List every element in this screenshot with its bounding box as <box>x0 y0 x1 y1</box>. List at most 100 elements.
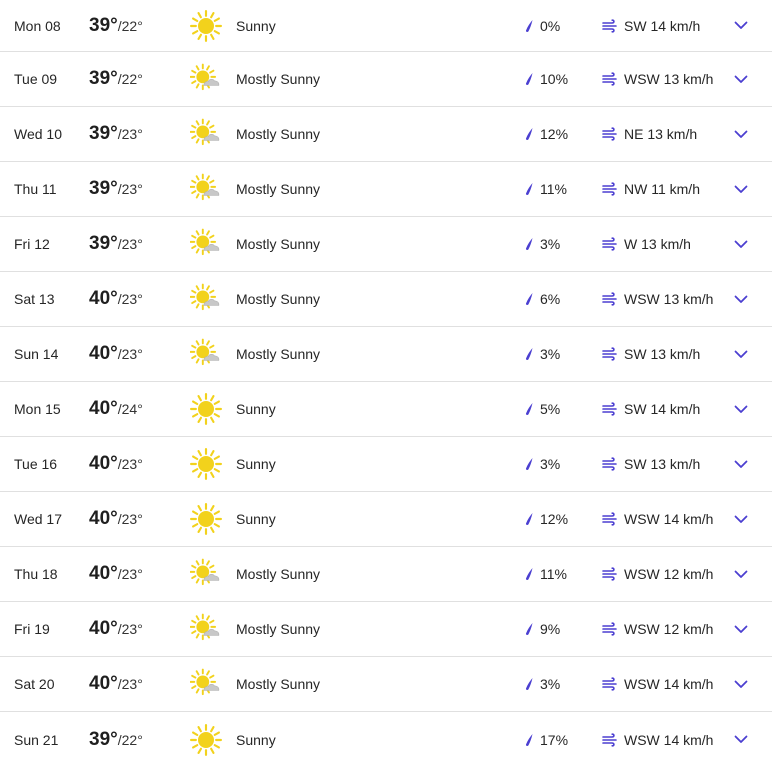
expand-chevron[interactable] <box>731 327 751 381</box>
precip-value: 9% <box>540 621 561 637</box>
chevron-down-icon <box>734 185 748 194</box>
low-temp: /23° <box>117 456 143 472</box>
wind-value: SW 14 km/h <box>624 17 701 34</box>
high-temp: 39° <box>89 728 118 750</box>
expand-chevron[interactable] <box>731 162 751 216</box>
weather-icon-slot <box>188 437 224 491</box>
forecast-day-row[interactable]: Sat 20 40° /23° Mostly Sunny 3% WSW 14 k… <box>0 657 772 712</box>
forecast-day-row[interactable]: Mon 08 39° /22° Sunny 0% SW 14 km/h <box>0 0 772 52</box>
forecast-day-row[interactable]: Tue 16 40° /23° Sunny 3% SW 13 km/h <box>0 437 772 492</box>
mostly-sunny-icon <box>190 228 222 260</box>
sunny-icon <box>190 448 222 480</box>
high-temp: 40° <box>89 563 118 584</box>
high-temp: 39° <box>89 14 118 36</box>
weather-icon-slot <box>188 162 224 216</box>
high-temp: 40° <box>89 618 118 639</box>
wind-icon <box>602 732 624 747</box>
condition-text: Mostly Sunny <box>236 621 321 637</box>
temperature-range: 39° /23° <box>89 162 143 216</box>
weather-icon-slot <box>188 602 224 656</box>
forecast-day-row[interactable]: Tue 09 39° /22° Mostly Sunny 10% WSW 13 … <box>0 52 772 107</box>
wind: NE 13 km/h <box>602 107 697 161</box>
weather-icon-slot <box>188 327 224 381</box>
expand-chevron[interactable] <box>731 382 751 436</box>
high-temp: 40° <box>89 398 118 419</box>
expand-chevron[interactable] <box>731 437 751 491</box>
wind: NW 11 km/h <box>602 162 700 216</box>
wind: SW 13 km/h <box>602 327 700 381</box>
mostly-sunny-icon <box>190 613 222 645</box>
wind-icon <box>602 512 624 526</box>
forecast-day-row[interactable]: Thu 11 39° /23° Mostly Sunny 11% NW 11 k… <box>0 162 772 217</box>
wind: WSW 13 km/h <box>602 52 713 106</box>
forecast-day-row[interactable]: Sun 14 40° /23° Mostly Sunny 3% SW 13 km… <box>0 327 772 382</box>
forecast-day-row[interactable]: Sun 21 39° /22° Sunny 17% WSW 14 km/h <box>0 712 772 767</box>
forecast-day-row[interactable]: Thu 18 40° /23° Mostly Sunny 11% WSW 12 … <box>0 547 772 602</box>
wind: WSW 14 km/h <box>602 712 713 767</box>
weather-icon-slot <box>188 382 224 436</box>
expand-chevron[interactable] <box>731 547 751 601</box>
expand-chevron[interactable] <box>731 657 751 711</box>
raindrop-icon <box>524 182 540 196</box>
forecast-day-row[interactable]: Fri 19 40° /23° Mostly Sunny 9% WSW 12 k… <box>0 602 772 657</box>
weather-icon-slot <box>188 52 224 106</box>
raindrop-icon <box>524 622 540 636</box>
precip-value: 10% <box>540 71 569 87</box>
low-temp: /22° <box>117 731 143 748</box>
forecast-day-row[interactable]: Mon 15 40° /24° Sunny 5% SW 14 km/h <box>0 382 772 437</box>
expand-chevron[interactable] <box>731 107 751 161</box>
low-temp: /23° <box>117 566 143 582</box>
condition-text: Sunny <box>236 731 276 748</box>
chevron-down-icon <box>734 240 748 249</box>
wind-icon <box>602 457 624 471</box>
day-label: Wed 10 <box>14 126 62 142</box>
day-label: Sat 13 <box>14 291 55 307</box>
wind-icon <box>602 237 624 251</box>
precipitation: 6% <box>524 272 560 326</box>
forecast-day-row[interactable]: Sat 13 40° /23° Mostly Sunny 6% WSW 13 k… <box>0 272 772 327</box>
day-label: Wed 17 <box>14 511 62 527</box>
day-label: Thu 18 <box>14 566 58 582</box>
temperature-range: 40° /23° <box>89 657 143 711</box>
sunny-icon <box>190 9 222 42</box>
expand-chevron[interactable] <box>731 272 751 326</box>
high-temp: 40° <box>89 673 118 694</box>
expand-chevron[interactable] <box>731 492 751 546</box>
high-temp: 40° <box>89 453 118 474</box>
wind-icon <box>602 567 624 581</box>
precip-value: 3% <box>540 676 561 692</box>
mostly-sunny-icon <box>190 558 222 590</box>
wind: W 13 km/h <box>602 217 691 271</box>
precipitation: 10% <box>524 52 568 106</box>
expand-chevron[interactable] <box>731 217 751 271</box>
wind-value: WSW 12 km/h <box>624 621 714 637</box>
precip-value: 0% <box>540 17 561 34</box>
wind-value: SW 13 km/h <box>624 456 701 472</box>
expand-chevron[interactable] <box>731 52 751 106</box>
forecast-day-row[interactable]: Wed 17 40° /23° Sunny 12% WSW 14 km/h <box>0 492 772 547</box>
mostly-sunny-icon <box>190 283 222 315</box>
wind-icon <box>602 72 624 86</box>
expand-chevron[interactable] <box>731 712 751 767</box>
chevron-down-icon <box>734 515 748 524</box>
condition-text: Mostly Sunny <box>236 566 321 582</box>
expand-chevron[interactable] <box>731 602 751 656</box>
chevron-down-icon <box>734 295 748 304</box>
day-label: Thu 11 <box>14 181 57 197</box>
raindrop-icon <box>524 733 540 747</box>
wind: WSW 14 km/h <box>602 492 713 546</box>
expand-chevron[interactable] <box>731 0 751 51</box>
raindrop-icon <box>524 72 540 86</box>
forecast-day-row[interactable]: Wed 10 39° /23° Mostly Sunny 12% NE 13 k… <box>0 107 772 162</box>
weather-icon-slot <box>188 712 224 767</box>
precip-value: 3% <box>540 346 561 362</box>
wind-value: WSW 14 km/h <box>624 511 714 527</box>
wind-icon <box>602 292 624 306</box>
day-label: Sun 21 <box>14 731 59 748</box>
day-label: Sun 14 <box>14 346 59 362</box>
high-temp: 40° <box>89 343 118 364</box>
chevron-down-icon <box>734 21 748 30</box>
forecast-day-row[interactable]: Fri 12 39° /23° Mostly Sunny 3% W 13 km/… <box>0 217 772 272</box>
wind: WSW 12 km/h <box>602 602 713 656</box>
weather-icon-slot <box>188 547 224 601</box>
